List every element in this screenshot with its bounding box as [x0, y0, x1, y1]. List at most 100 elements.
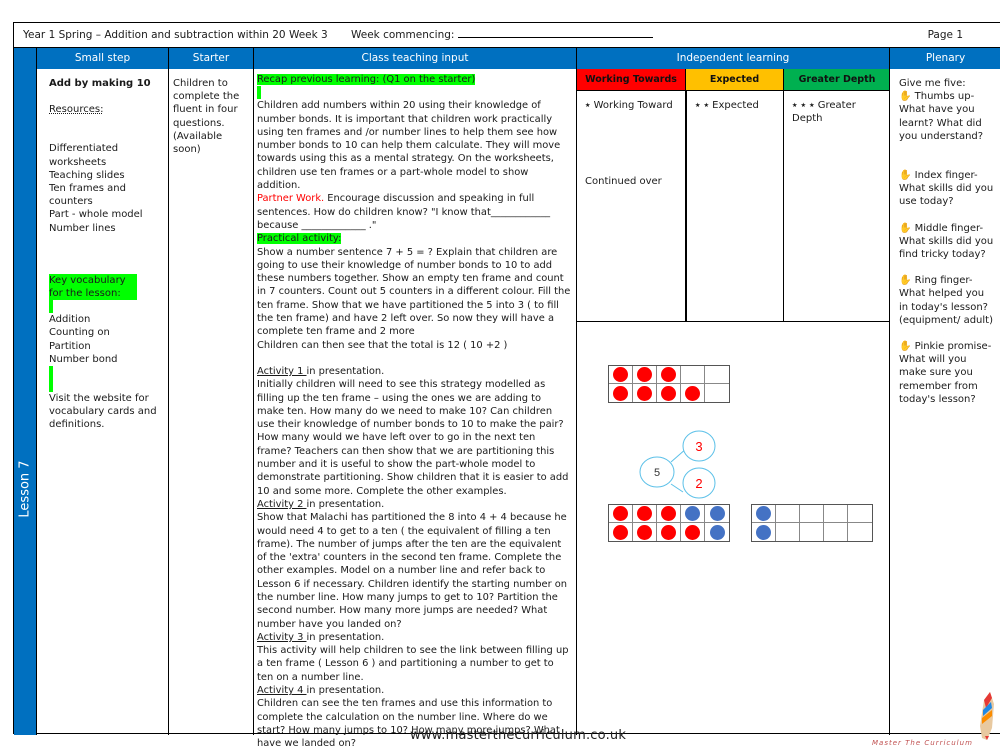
red-counter	[661, 506, 676, 521]
small-step-column: Add by making 10 Resources: Differentiat…	[36, 69, 168, 735]
ten-frame-cell	[824, 523, 848, 541]
resources-label: Resources:	[49, 104, 104, 116]
partner-work: Partner Work. Encourage discussion and s…	[257, 193, 551, 231]
vocab-item: Addition	[49, 314, 91, 326]
ten-frame-cell	[800, 523, 824, 541]
ten-frame-cell	[633, 523, 657, 541]
plenary-item: ✋ Pinkie promise- What will you make sur…	[899, 341, 992, 405]
highlight-mark	[49, 366, 53, 393]
website-note: Visit the website for vocabulary cards a…	[49, 393, 157, 431]
vocab-item: Counting on	[49, 327, 110, 339]
blue-counter	[756, 506, 771, 521]
plan-title: Year 1 Spring – Addition and subtraction…	[23, 29, 328, 41]
working-towards-text: ⭑ Working Toward	[585, 100, 673, 111]
ten-frame-cell	[752, 505, 776, 523]
resource-item: Teaching slides	[49, 169, 125, 181]
header-starter: Starter	[168, 48, 253, 69]
activity-label: Activity 4	[257, 685, 307, 697]
resource-item: Part - whole model	[49, 209, 143, 221]
header-class-teaching: Class teaching input	[253, 48, 576, 69]
small-step-title: Add by making 10	[49, 78, 151, 89]
activity-text: This activity will help children to see …	[257, 645, 569, 683]
expected-text: ⭑ ⭑ Expected	[695, 100, 759, 111]
footer-url[interactable]: www.masterthecurriculum.co.uk	[410, 728, 626, 743]
independent-column: Working Towards Expected Greater Depth ⭑…	[576, 69, 890, 735]
ten-frame-cell	[705, 523, 729, 541]
blue-counter	[709, 506, 725, 521]
practical-total: Children can then see that the total is …	[257, 339, 508, 351]
activity-label: Activity 3	[257, 631, 307, 643]
whole-value: 5	[654, 467, 660, 479]
level-greater-depth: Greater Depth	[783, 69, 890, 90]
class-teaching-column: Recap previous learning: (Q1 on the star…	[253, 69, 576, 749]
ten-frame-cell	[681, 523, 705, 541]
activity-text: Initially children will need to see this…	[257, 379, 569, 497]
pencil-logo-icon	[980, 692, 994, 740]
greater-depth-cell: ⭑ ⭑ ⭑ Greater Depth	[783, 90, 890, 321]
column-header-row: Small step Starter Class teaching input …	[14, 48, 1000, 69]
expected-cell: ⭑ ⭑ Expected	[685, 90, 783, 321]
practical-text: Show a number sentence 7 + 5 = ? Explain…	[257, 246, 571, 338]
resource-item: Differentiated worksheets	[49, 143, 119, 168]
activity-label: Activity 1	[257, 365, 307, 377]
resource-item: Ten frames and counters	[49, 183, 126, 208]
red-counter	[613, 524, 628, 540]
part-value: 2	[695, 476, 702, 491]
part-whole-link	[670, 483, 684, 493]
ten-frame-cell	[705, 505, 729, 523]
level-working-towards: Working Towards	[577, 69, 685, 90]
plenary-item: ✋ Ring finger- What helped you in today'…	[899, 275, 993, 326]
lesson-label: Lesson 7	[17, 460, 33, 518]
ten-frame-cell	[776, 523, 800, 541]
starter-column: Children to complete the fluent in four …	[168, 69, 253, 735]
ten-frame-cell	[609, 523, 633, 541]
ten-frame-cell	[681, 505, 705, 523]
ten-frame-cell	[848, 523, 872, 541]
ten-frame-cell	[633, 505, 657, 523]
ten-frame-diagram-area: 5 3 2	[577, 321, 890, 735]
plenary-item: ✋ Thumbs up- What have you learnt? What …	[899, 91, 984, 142]
page-number: Page 1	[927, 29, 963, 41]
week-commencing-field[interactable]	[457, 29, 653, 38]
practical-heading: Practical activity:	[257, 233, 342, 245]
ten-frame-cell	[752, 523, 776, 541]
plenary-column: Give me five: ✋ Thumbs up- What have you…	[889, 69, 1000, 735]
ten-frame-cell	[800, 505, 824, 523]
ten-frame-cell	[657, 505, 681, 523]
ten-frame-cell	[609, 505, 633, 523]
header-independent: Independent learning	[576, 48, 889, 69]
ten-frame-cell	[824, 505, 848, 523]
recap-heading: Recap previous learning: (Q1 on the star…	[257, 74, 476, 85]
header-plenary: Plenary	[889, 48, 1000, 69]
activity-2: Activity 2 in presentation.	[257, 498, 385, 510]
lesson-band: Lesson 7	[14, 69, 36, 735]
header-bar: Year 1 Spring – Addition and subtraction…	[14, 23, 1000, 48]
red-counter	[661, 524, 676, 540]
part-value: 3	[695, 439, 702, 454]
ten-frame-bottom-left	[608, 504, 730, 542]
continued-over: Continued over	[585, 176, 662, 187]
vocab-item: Partition	[49, 340, 91, 352]
red-counter	[637, 524, 652, 540]
blue-counter	[709, 524, 725, 540]
vocab-item: Number bond	[49, 353, 118, 365]
lesson-plan-sheet: Year 1 Spring – Addition and subtraction…	[13, 22, 1000, 749]
red-counter	[637, 506, 652, 521]
starter-text: Children to complete the fluent in four …	[173, 78, 240, 156]
ten-frame-cell	[776, 505, 800, 523]
footer-brand: Master The Curriculum	[872, 739, 973, 747]
activity-3: Activity 3 in presentation.	[257, 631, 385, 643]
level-expected: Expected	[685, 69, 783, 90]
activity-text: Show that Malachi has partitioned the 8 …	[257, 512, 568, 630]
partner-work-label: Partner Work.	[257, 193, 325, 205]
greater-depth-text: ⭑ ⭑ ⭑ Greater Depth	[792, 100, 856, 124]
blue-counter	[685, 506, 700, 521]
vocab-heading: Key vocabulary for the lesson:	[49, 273, 137, 301]
highlight-mark	[49, 300, 53, 314]
plenary-item: ✋ Middle finger- What skills did you fin…	[899, 222, 994, 261]
week-commencing: Week commencing:	[351, 29, 653, 41]
ten-frame-cell	[848, 505, 872, 523]
red-counter	[613, 506, 628, 521]
plenary-item: ✋ Index finger- What skills did you use …	[899, 170, 994, 208]
resource-item: Number lines	[49, 222, 116, 234]
